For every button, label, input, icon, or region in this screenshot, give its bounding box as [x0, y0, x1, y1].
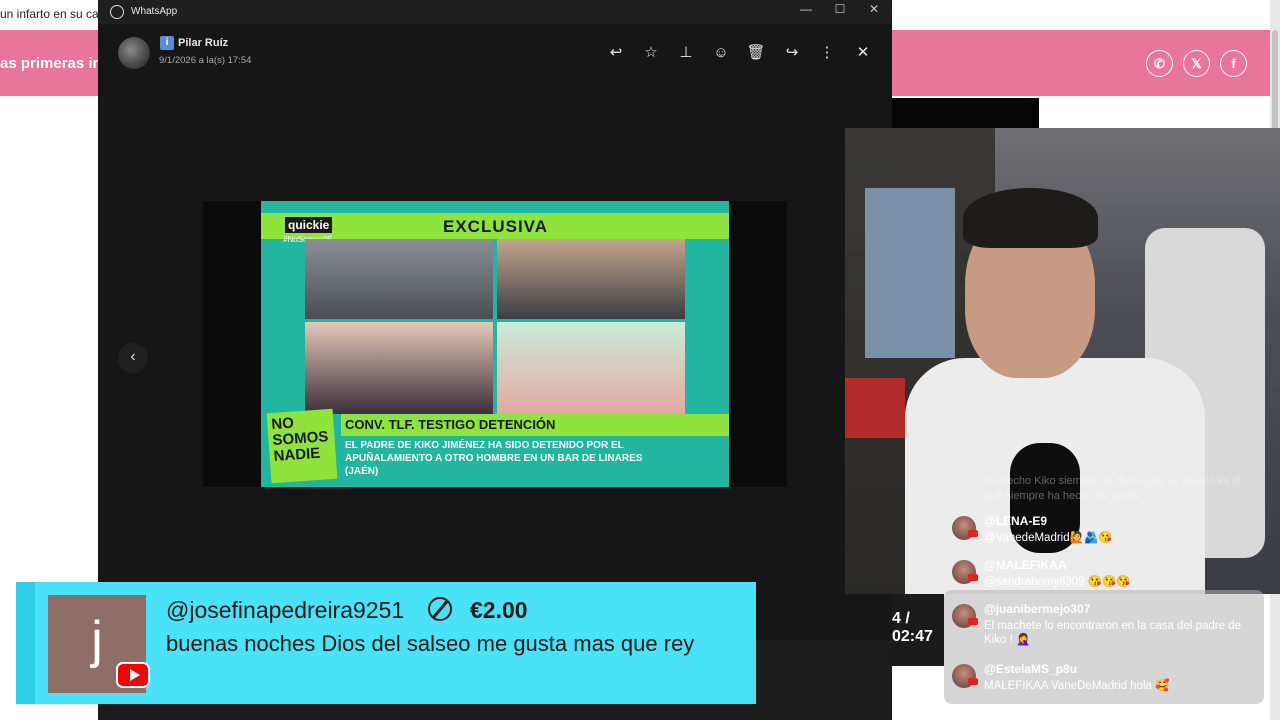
sender-name[interactable]: Pilar Ruíz — [178, 37, 228, 49]
tv-street-image — [305, 239, 493, 319]
background-video-timestamp: 4 / 02:47 — [892, 594, 944, 666]
superchat-stripe — [16, 582, 35, 704]
superchat-username: @josefinapedreira9251 — [166, 597, 405, 623]
youtube-icon — [968, 618, 978, 625]
window-titlebar[interactable]: WhatsApp — ☐ ✕ — [98, 0, 892, 24]
chat-author: @MALEFIKAA — [984, 558, 1067, 572]
tv-studio-left-image — [305, 322, 493, 414]
more-options-icon[interactable]: ⋮ — [817, 44, 837, 62]
reply-icon[interactable]: ↩ — [606, 44, 626, 62]
chat-author: @LENA-E9 — [984, 514, 1048, 528]
window-title: WhatsApp — [131, 6, 178, 17]
youtube-icon — [116, 662, 150, 688]
youtube-icon — [968, 574, 978, 581]
window-close-button[interactable]: ✕ — [864, 2, 884, 16]
react-emoji-icon[interactable]: ☺ — [711, 44, 731, 62]
tv-car-image — [497, 239, 685, 319]
tv-show-logo: NO SOMOS NADIE — [266, 408, 338, 484]
maximize-button[interactable]: ☐ — [830, 2, 850, 16]
tv-caption-title: CONV. TLF. TESTIGO DETENCIÓN — [345, 417, 556, 432]
pin-icon[interactable]: ⊥ — [676, 44, 696, 62]
message-datetime: 9/1/2026 a la(s) 17:54 — [159, 55, 252, 66]
video-time-fragment: 4 / 02:47 — [892, 610, 933, 645]
background-headline[interactable]: un infarto en su ca — [0, 7, 99, 21]
live-chat-overlay: De hecho Kiko siempre ha dicho que su ab… — [944, 470, 1264, 704]
no-entry-icon — [428, 597, 452, 621]
tv-brand: quickie — [285, 217, 333, 233]
media-header: i Pilar Ruíz 9/1/2026 a la(s) 17:54 ↩ ☆ … — [98, 24, 892, 82]
streamer-hair — [963, 188, 1098, 248]
chat-author: @EstelaMS_p8u — [984, 662, 1078, 676]
delete-icon[interactable]: 🗑 — [746, 44, 766, 62]
facebook-icon[interactable]: f — [1220, 50, 1247, 77]
youtube-icon — [968, 530, 978, 537]
tv-banner: EXCLUSIVA — [443, 217, 549, 236]
webcam-window — [865, 188, 955, 358]
star-icon[interactable]: ☆ — [641, 44, 661, 62]
info-badge-icon: i — [160, 36, 174, 50]
x-icon[interactable]: 𝕏 — [1183, 50, 1210, 77]
superchat-message: buenas noches Dios del salseo me gusta m… — [166, 631, 695, 656]
chat-faded-message: De hecho Kiko siempre ha dicho que su ab… — [984, 475, 1241, 502]
close-viewer-icon[interactable]: ✕ — [853, 44, 873, 62]
chat-text: @sandrabomy8309 😘😘😘 — [984, 576, 1131, 588]
tv-studio-right-image — [497, 322, 685, 414]
superchat-amount: €2.00 — [470, 597, 528, 623]
forward-icon[interactable]: ↪ — [782, 44, 802, 62]
webcam-red-object — [845, 378, 905, 438]
chat-text: @VanedeMadrid🙋🫂😘 — [984, 532, 1113, 544]
previous-media-button[interactable]: ‹ — [118, 343, 148, 373]
whatsapp-logo-icon — [110, 5, 124, 19]
tv-screenshot: quickie #NoSomos9E EXCLUSIVA CONV. TLF. … — [261, 201, 729, 487]
chat-author: @juanibermejo307 — [984, 602, 1091, 616]
superchat-alert: j @josefinapedreira9251 €2.00 buenas noc… — [16, 582, 756, 704]
background-scrollbar-thumb[interactable] — [1272, 30, 1278, 130]
media-image: quickie #NoSomos9E EXCLUSIVA CONV. TLF. … — [203, 201, 787, 487]
chat-text: MALEFIKAA VaneDeMadrid hola 🥰 — [984, 680, 1170, 692]
chat-text: El machete lo encontraron en la casa del… — [984, 620, 1241, 646]
sender-avatar[interactable] — [118, 37, 150, 69]
background-video-edge — [892, 98, 1039, 128]
screen: un infarto en su ca as primeras im ✆ 𝕏 f… — [0, 0, 1280, 720]
minimize-button[interactable]: — — [796, 2, 816, 16]
tv-caption-body: EL PADRE DE KIKO JIMÉNEZ HA SIDO DETENID… — [345, 440, 643, 477]
whatsapp-icon[interactable]: ✆ — [1146, 50, 1173, 77]
background-banner-text: as primeras im — [0, 55, 106, 72]
youtube-icon — [968, 678, 978, 685]
